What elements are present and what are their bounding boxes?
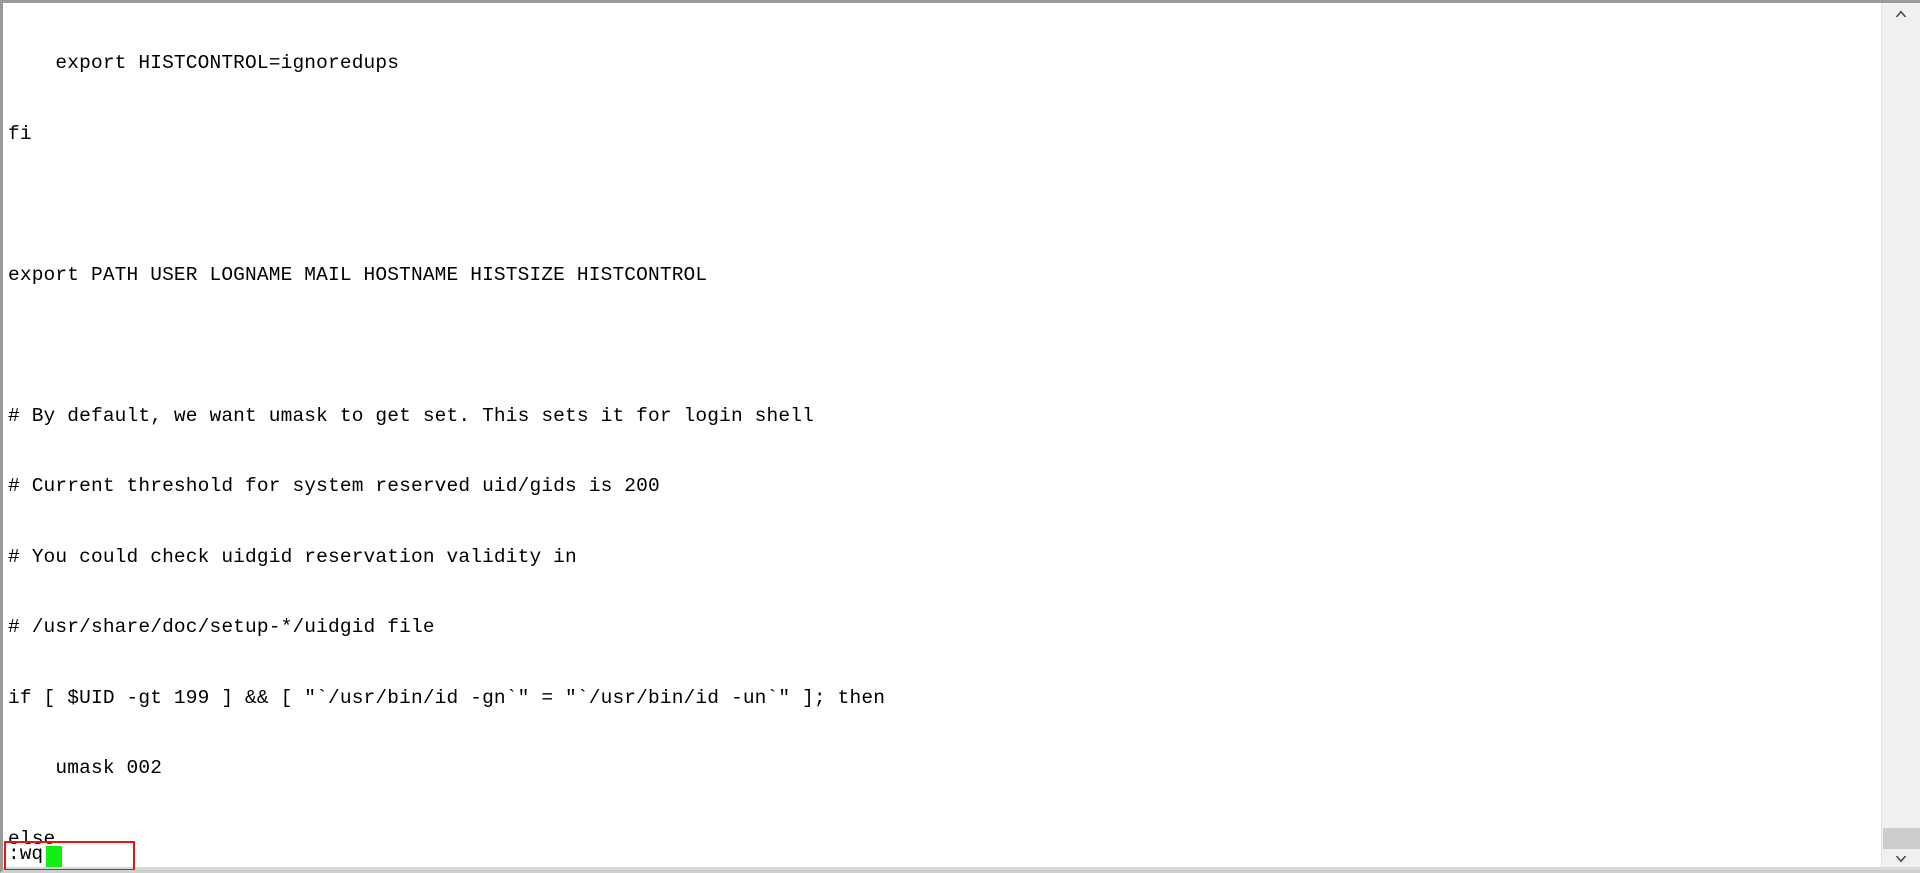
window-bottom-edge — [3, 867, 1920, 870]
code-line: if [ $UID -gt 199 ] && [ "`/usr/bin/id -… — [8, 686, 886, 709]
code-line: export HISTCONTROL=ignoredups — [8, 52, 400, 74]
code-line: umask 002 — [8, 757, 163, 779]
chevron-down-icon — [1894, 854, 1908, 864]
scroll-up-button[interactable] — [1882, 4, 1920, 24]
chevron-up-icon — [1894, 9, 1908, 19]
code-line: fi — [8, 122, 32, 145]
code-line: # By default, we want umask to get set. … — [8, 404, 814, 427]
scrollbar-track[interactable] — [1882, 23, 1920, 850]
code-line: # Current threshold for system reserved … — [8, 475, 660, 497]
command-prompt[interactable]: :wq — [8, 843, 43, 867]
code-line: else — [8, 827, 56, 850]
code-line: export PATH USER LOGNAME MAIL HOSTNAME H… — [8, 263, 708, 286]
terminal-window: export HISTCONTROL=ignoredups fi export … — [0, 0, 1920, 873]
code-line: # /usr/share/doc/setup-*/uidgid file — [8, 616, 435, 638]
editor-text-area[interactable]: export HISTCONTROL=ignoredups fi export … — [3, 3, 1881, 870]
editor-code-block: export HISTCONTROL=ignoredups fi export … — [8, 5, 1878, 870]
scroll-down-button[interactable] — [1882, 849, 1920, 869]
text-cursor — [46, 846, 62, 867]
vertical-scrollbar[interactable] — [1881, 3, 1920, 870]
code-line: # You could check uidgid reservation val… — [8, 545, 577, 568]
